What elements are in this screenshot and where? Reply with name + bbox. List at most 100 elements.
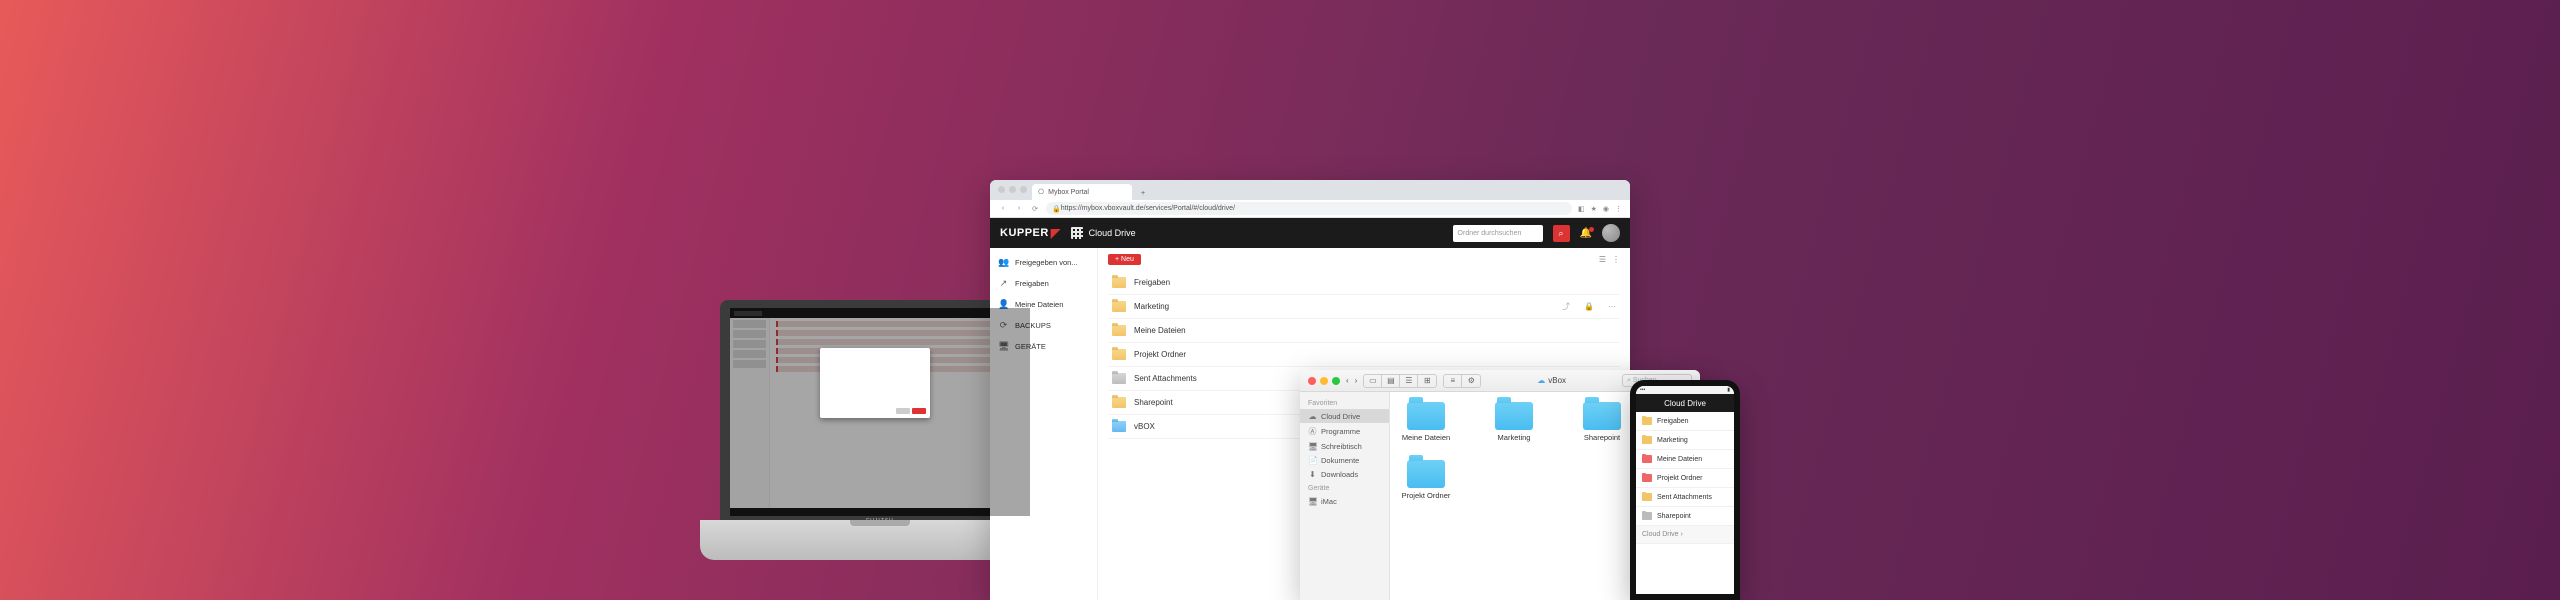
- phone-file-row[interactable]: Freigaben: [1636, 412, 1734, 431]
- search-button[interactable]: ⌕: [1553, 225, 1570, 242]
- finder-side-header: Favoriten: [1300, 396, 1389, 409]
- logo-accent-icon: ◤: [1051, 226, 1061, 240]
- finder-group-switcher[interactable]: ≡⚙: [1443, 374, 1481, 388]
- search-icon: ⌕: [1627, 377, 1631, 385]
- folder-icon: [1583, 402, 1621, 430]
- file-row[interactable]: Marketing⤴🔒⋯: [1108, 295, 1620, 319]
- profile-icon[interactable]: ◉: [1603, 205, 1609, 213]
- file-name: Freigaben: [1134, 278, 1170, 287]
- notifications-icon[interactable]: 🔔: [1580, 228, 1592, 239]
- folder-icon: [1642, 512, 1652, 520]
- folder-icon: [1112, 325, 1126, 336]
- folder-icon: [1407, 460, 1445, 488]
- laptop-dialog: [820, 348, 930, 418]
- finder-side-item[interactable]: ☁ Cloud Drive: [1300, 409, 1389, 423]
- dialog-confirm-button[interactable]: [912, 408, 926, 414]
- folder-icon: [1112, 277, 1126, 288]
- file-name: Sent Attachments: [1134, 374, 1197, 383]
- finder-back-icon[interactable]: ‹: [1346, 376, 1349, 385]
- folder-icon: [1642, 436, 1652, 444]
- finder-side-header: Geräte: [1300, 481, 1389, 494]
- search-input[interactable]: Ordner durchsuchen: [1453, 225, 1543, 242]
- phone-file-list: Freigaben Marketing Meine Dateien Projekt O…: [1636, 412, 1734, 594]
- sidebar-item-freigaben[interactable]: ↗Freigaben: [990, 273, 1097, 294]
- laptop-bezel: FUJITSU: [720, 300, 1040, 520]
- view-list-icon[interactable]: ☰: [1599, 255, 1606, 264]
- logo-text: KUPPER: [1000, 227, 1049, 239]
- phone-screen: •••▮ Cloud Drive FreigabenMarketingMeine…: [1636, 386, 1734, 594]
- browser-tabstrip: ⎔ Mybox Portal +: [990, 180, 1630, 200]
- cloud-icon: ☁: [1537, 376, 1545, 385]
- phone-header: Cloud Drive: [1636, 394, 1734, 412]
- browser-tab[interactable]: ⎔ Mybox Portal: [1032, 184, 1132, 200]
- cloud-icon: ☁: [1308, 412, 1317, 421]
- finder-folder[interactable]: Sharepoint: [1572, 402, 1632, 442]
- folder-icon: [1407, 402, 1445, 430]
- finder-item-label: Sharepoint: [1584, 433, 1620, 442]
- finder-folder[interactable]: Projekt Ordner: [1396, 460, 1456, 500]
- phone-file-row[interactable]: Meine Dateien: [1636, 450, 1734, 469]
- more-icon[interactable]: ⋯: [1608, 302, 1616, 311]
- address-bar[interactable]: 🔒 https://mybox.vboxvault.de/services/Po…: [1046, 202, 1572, 215]
- avatar[interactable]: [1602, 224, 1620, 242]
- file-row[interactable]: Freigaben: [1108, 271, 1620, 295]
- window-controls[interactable]: [1308, 377, 1340, 385]
- phone-mock: •••▮ Cloud Drive FreigabenMarketingMeine…: [1630, 380, 1740, 600]
- dialog-cancel-button[interactable]: [896, 408, 910, 414]
- phone-file-row[interactable]: Sent Attachments: [1636, 488, 1734, 507]
- window-controls[interactable]: [998, 186, 1027, 193]
- phone-file-label: Marketing: [1657, 437, 1688, 444]
- file-row[interactable]: Meine Dateien: [1108, 319, 1620, 343]
- phone-file-label: Sharepoint: [1657, 513, 1691, 520]
- phone-file-label: Projekt Ordner: [1657, 475, 1703, 482]
- new-button[interactable]: + Neu: [1108, 254, 1141, 265]
- folder-icon: [1112, 373, 1126, 384]
- app-logo[interactable]: KUPPER ◤: [1000, 226, 1061, 240]
- nav-back-icon[interactable]: ‹: [998, 205, 1008, 212]
- finder-title-text: vBox: [1548, 376, 1566, 385]
- view-sort-icon[interactable]: ⋮: [1612, 255, 1620, 264]
- nav-fwd-icon[interactable]: ›: [1014, 205, 1024, 212]
- finder-sidebar: Favoriten ☁ Cloud Drive ⒶProgramme🖥Schreibt…: [1300, 392, 1390, 600]
- folder-icon: [1495, 402, 1533, 430]
- finder-side-label: iMac: [1321, 497, 1337, 506]
- file-name: Meine Dateien: [1134, 326, 1186, 335]
- finder-side-item[interactable]: ⬇Downloads: [1300, 467, 1389, 481]
- file-row[interactable]: Projekt Ordner: [1108, 343, 1620, 367]
- users-icon: 👥: [998, 257, 1009, 268]
- finder-side-item[interactable]: ⒶProgramme: [1300, 423, 1389, 439]
- tab-title: Mybox Portal: [1048, 189, 1089, 196]
- finder-side-item[interactable]: 🖥 iMac: [1300, 494, 1389, 508]
- app-title: Cloud Drive: [1071, 227, 1136, 239]
- phone-file-row[interactable]: Projekt Ordner: [1636, 469, 1734, 488]
- finder-side-item[interactable]: 📄Dokumente: [1300, 453, 1389, 467]
- folder-icon: [1112, 349, 1126, 360]
- finder-folder[interactable]: Marketing: [1484, 402, 1544, 442]
- finder-fwd-icon[interactable]: ›: [1355, 376, 1358, 385]
- phone-file-row[interactable]: Marketing: [1636, 431, 1734, 450]
- nav-reload-icon[interactable]: ⟳: [1030, 205, 1040, 213]
- share-icon: ↗: [998, 278, 1009, 289]
- phone-file-label: Freigaben: [1657, 418, 1689, 425]
- url-text: https://mybox.vboxvault.de/services/Port…: [1061, 205, 1235, 212]
- finder-item-label: Projekt Ordner: [1402, 491, 1451, 500]
- share-icon[interactable]: ⤴: [1562, 301, 1570, 312]
- mac-icon: 🖥: [1308, 497, 1317, 506]
- finder-side-label: Cloud Drive: [1321, 412, 1360, 421]
- app-icon: Ⓐ: [1308, 426, 1317, 437]
- ext-icon[interactable]: ★: [1591, 205, 1597, 213]
- finder-item-label: Marketing: [1498, 433, 1531, 442]
- new-tab-button[interactable]: +: [1136, 186, 1150, 200]
- menu-icon[interactable]: ⋮: [1615, 205, 1622, 213]
- sidebar-item-freigegeben-von-[interactable]: 👥 Freigegeben von...: [990, 252, 1097, 273]
- phone-file-row[interactable]: Sharepoint: [1636, 507, 1734, 526]
- finder-folder[interactable]: Meine Dateien: [1396, 402, 1456, 442]
- desk-icon: 🖥: [1308, 442, 1317, 451]
- finder-side-item[interactable]: 🖥Schreibtisch: [1300, 439, 1389, 453]
- phone-back-row[interactable]: Cloud Drive ›: [1636, 526, 1734, 544]
- ext-icon[interactable]: ◧: [1578, 205, 1585, 213]
- sidebar-item-label: Freigegeben von...: [1015, 258, 1078, 267]
- app-grid-icon[interactable]: [1071, 227, 1083, 239]
- finder-title: ☁ vBox: [1487, 376, 1616, 385]
- finder-view-switcher[interactable]: ▭▤☰⊞: [1363, 374, 1437, 388]
